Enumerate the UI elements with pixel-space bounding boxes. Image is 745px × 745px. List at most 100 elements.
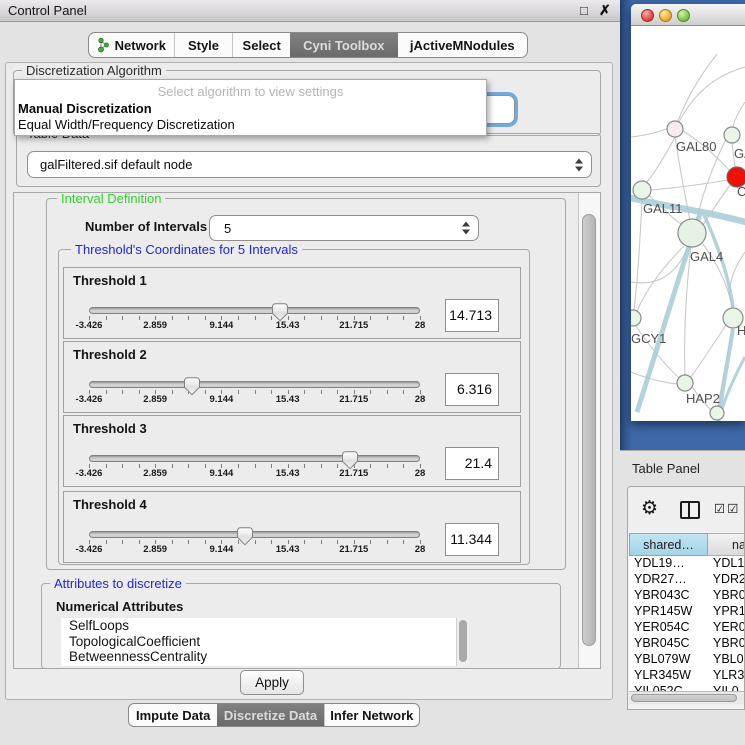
- cell-name: YDR2: [708, 572, 745, 588]
- tab-cyni-toolbox-label: Cyni Toolbox: [303, 38, 384, 53]
- tab-infer-network[interactable]: Infer Network: [324, 704, 419, 726]
- main-vertical-scrollbar[interactable]: [578, 193, 600, 668]
- threshold-value-field[interactable]: 21.4: [445, 447, 499, 480]
- threshold-value-field[interactable]: 14.713: [445, 299, 499, 332]
- svg-text:GA: GA: [734, 146, 745, 161]
- tick-label: 28: [415, 320, 426, 331]
- table-data-value: galFiltered.sif default node: [40, 152, 192, 177]
- network-icon: [97, 37, 110, 53]
- tick-mark: [403, 316, 404, 320]
- table-row[interactable]: YDL19…YDL1: [629, 556, 745, 572]
- attributes-scrollbar[interactable]: [456, 618, 469, 666]
- tick-label: -3.426: [76, 468, 103, 479]
- tick-mark: [387, 316, 388, 320]
- table-row[interactable]: YIL052CYIL0: [629, 684, 745, 691]
- table-horizontal-scrollbar[interactable]: [629, 691, 745, 704]
- network-window-titlebar[interactable]: [631, 4, 745, 26]
- minimize-traffic-light-icon[interactable]: [659, 9, 672, 22]
- tick-mark: [106, 464, 107, 468]
- table-row[interactable]: YLR345WYLR3: [629, 668, 745, 684]
- table-row[interactable]: YER054CYER0: [629, 620, 745, 636]
- popup-option-equal-width[interactable]: Equal Width/Frequency Discretization: [18, 117, 235, 132]
- tick-mark: [370, 316, 371, 320]
- attributes-group-title: Attributes to discretize: [50, 576, 186, 591]
- tab-impute-data[interactable]: Impute Data: [129, 704, 217, 726]
- tick-label: 2.859: [143, 394, 167, 405]
- cell-name: YDL1: [708, 556, 744, 572]
- tick-mark: [403, 540, 404, 544]
- column-header-name[interactable]: na: [708, 533, 745, 556]
- settings-scroll-view: Interval Definition Number of Intervals …: [14, 193, 578, 668]
- tick-mark: [337, 390, 338, 394]
- table-row[interactable]: YBL079WYBL0: [629, 652, 745, 668]
- slider-thumb[interactable]: [184, 377, 200, 396]
- attributes-scroll-thumb[interactable]: [459, 620, 467, 662]
- svg-text:HAP2: HAP2: [686, 391, 720, 406]
- cell-name: YBR0: [708, 588, 745, 604]
- table-data-combobox[interactable]: galFiltered.sif default node: [27, 151, 592, 178]
- node-gal4[interactable]: [678, 219, 706, 247]
- tick-mark: [304, 316, 305, 320]
- svg-text:C: C: [737, 184, 745, 199]
- tab-discretize-data[interactable]: Discretize Data: [217, 704, 323, 726]
- gear-icon[interactable]: ⚙: [641, 497, 658, 519]
- network-canvas[interactable]: GAL80 GA C GAL11 GAL4 GCY1 H HAP2: [631, 27, 745, 421]
- close-traffic-light-icon[interactable]: [641, 9, 654, 22]
- tick-mark: [337, 464, 338, 468]
- table-row[interactable]: YBR045CYBR0: [629, 636, 745, 652]
- tick-mark: [337, 540, 338, 544]
- table-rows: YDL19…YDL1YDR27…YDR2YBR043CYBR0YPR145WYP…: [629, 556, 745, 691]
- numerical-attributes-label: Numerical Attributes: [56, 599, 183, 614]
- columns-icon[interactable]: [680, 501, 700, 519]
- cell-shared-name: YER054C: [629, 620, 708, 636]
- apply-button[interactable]: Apply: [240, 670, 304, 695]
- tab-jactivemnodules[interactable]: jActiveMNodules: [398, 33, 527, 57]
- node-ga[interactable]: [724, 127, 740, 143]
- table-hscroll-thumb[interactable]: [631, 694, 737, 702]
- table-row[interactable]: YPR145WYPR1: [629, 604, 745, 620]
- table-row[interactable]: YBR043CYBR0: [629, 588, 745, 604]
- threshold-value-field[interactable]: 6.316: [445, 373, 499, 406]
- slider-thumb[interactable]: [237, 527, 253, 546]
- slider-thumb[interactable]: [342, 451, 358, 470]
- tick-label: 9.144: [210, 394, 234, 405]
- tick-mark: [106, 540, 107, 544]
- tick-mark: [304, 390, 305, 394]
- tick-mark: [403, 464, 404, 468]
- tick-mark: [304, 464, 305, 468]
- node-gal11[interactable]: [633, 181, 651, 199]
- slider-thumb[interactable]: [272, 303, 288, 322]
- attribute-item[interactable]: TopologicalCoefficient: [61, 634, 469, 650]
- node-hap2[interactable]: [677, 375, 693, 391]
- column-header-shared[interactable]: shared…: [629, 533, 708, 556]
- node-bottom[interactable]: [710, 406, 724, 420]
- close-icon[interactable]: ✗: [599, 3, 611, 17]
- checkbox-icons[interactable]: ☑☑: [714, 501, 740, 516]
- tick-label: 28: [415, 468, 426, 479]
- tick-label: 2.859: [143, 544, 167, 555]
- main-scroll-thumb[interactable]: [582, 214, 596, 646]
- attribute-item[interactable]: BetweennessCentrality: [61, 649, 469, 665]
- tab-select[interactable]: Select: [232, 33, 290, 57]
- tick-mark: [255, 464, 256, 468]
- threshold-panel: Threshold 2 -3.4262.8599.14415.4321.7152…: [63, 341, 521, 413]
- tab-style[interactable]: Style: [174, 33, 233, 57]
- node-gcy1[interactable]: [631, 310, 641, 326]
- settings-scroll-area: Interval Definition Number of Intervals …: [13, 192, 601, 669]
- svg-text:GAL11: GAL11: [643, 201, 683, 216]
- tab-network[interactable]: Network: [89, 33, 174, 57]
- network-graph: GAL80 GA C GAL11 GAL4 GCY1 H HAP2: [631, 27, 745, 421]
- table-row[interactable]: YDR27…YDR2: [629, 572, 745, 588]
- zoom-traffic-light-icon[interactable]: [677, 9, 690, 22]
- tick-label: 21.715: [339, 320, 368, 331]
- algorithm-dropdown-popup: Select algorithm to view settings Manual…: [14, 79, 487, 136]
- tab-cyni-toolbox[interactable]: Cyni Toolbox: [290, 33, 398, 57]
- attribute-item[interactable]: SelfLoops: [61, 618, 469, 634]
- tick-label: 15.43: [276, 544, 300, 555]
- popup-option-manual[interactable]: Manual Discretization: [18, 101, 152, 116]
- node-gal80[interactable]: [667, 121, 683, 137]
- number-of-intervals-combobox[interactable]: 5: [209, 215, 479, 241]
- svg-text:GCY1: GCY1: [631, 331, 666, 346]
- threshold-value-field[interactable]: 11.344: [445, 523, 499, 556]
- float-window-icon[interactable]: □: [580, 4, 588, 17]
